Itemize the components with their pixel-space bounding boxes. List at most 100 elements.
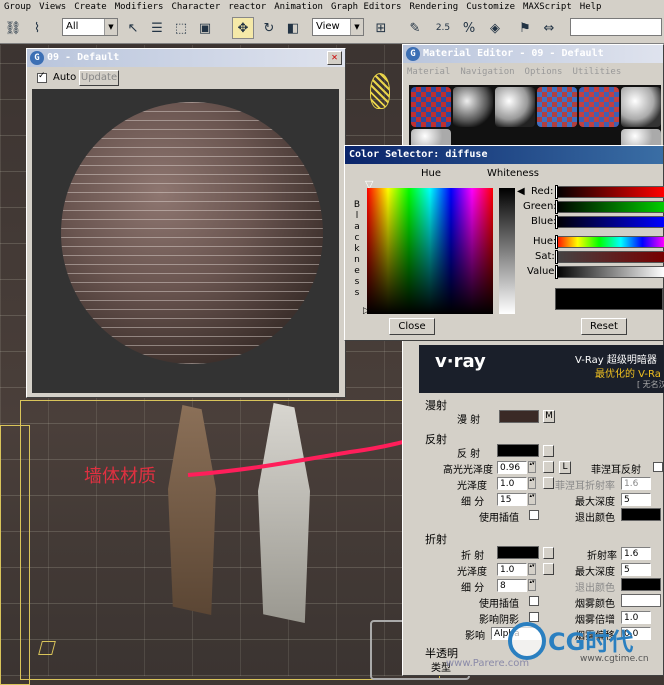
value-slider-thumb[interactable] xyxy=(555,265,558,279)
refl-max-depth-label: 最大深度 xyxy=(575,497,615,508)
close-button[interactable]: Close xyxy=(389,318,435,335)
value-slider[interactable] xyxy=(555,266,664,278)
refract-exit-color-label: 退出颜色 xyxy=(575,583,615,594)
hue-label: Hue xyxy=(421,168,442,179)
refract-label: 折 射 xyxy=(461,551,485,562)
whiteness-pointer-icon[interactable]: ◀ xyxy=(517,186,525,197)
reset-button[interactable]: Reset xyxy=(581,318,627,335)
refl-gloss-input[interactable]: 1.0 xyxy=(497,477,527,490)
diffuse-section-title: 漫射 xyxy=(425,399,447,412)
fresnel-label: 菲涅耳反射 xyxy=(591,465,641,476)
auto-label: Auto xyxy=(53,72,77,83)
refract-map-button[interactable] xyxy=(543,547,554,559)
refract-gloss-map-button[interactable] xyxy=(543,563,554,575)
refl-subdivs-label: 细 分 xyxy=(461,497,485,508)
sample-slot-2[interactable] xyxy=(453,87,493,127)
red-slider[interactable] xyxy=(555,186,664,198)
ior-label: 折射率 xyxy=(587,551,617,562)
menu-utilities[interactable]: Utilities xyxy=(572,67,621,77)
refl-subdivs-spinner[interactable]: ▴▾ xyxy=(528,493,536,505)
hue-blackness-picker[interactable] xyxy=(367,188,493,314)
hilight-gloss-input[interactable]: 0.96 xyxy=(497,461,527,474)
watermark-url: www.cgtime.cn xyxy=(580,654,649,664)
hue-channel-label: Hue: xyxy=(533,236,557,247)
sample-slot-1[interactable] xyxy=(411,87,451,127)
update-button[interactable]: Update xyxy=(79,70,119,86)
watermark-site: www.Parere.com xyxy=(446,658,530,669)
sample-slot-6[interactable] xyxy=(621,87,661,127)
menu-options[interactable]: Options xyxy=(525,67,563,77)
hue-slider-thumb[interactable] xyxy=(555,235,558,249)
diffuse-color-swatch[interactable] xyxy=(499,410,539,423)
render-window-titlebar: G 09 - Default ✕ xyxy=(27,49,345,67)
color-selector-titlebar: Color Selector: diffuse xyxy=(345,146,663,164)
refl-exit-color-label: 退出颜色 xyxy=(575,513,615,524)
menu-navigation[interactable]: Navigation xyxy=(460,67,514,77)
sample-slot-5[interactable] xyxy=(579,87,619,127)
refl-max-depth-input[interactable]: 5 xyxy=(621,493,651,506)
green-slider[interactable] xyxy=(555,201,664,213)
red-label: Red: xyxy=(531,186,554,197)
refl-gloss-spinner[interactable]: ▴▾ xyxy=(528,477,536,489)
refl-subdivs-input[interactable]: 15 xyxy=(497,493,527,506)
refl-use-interp-checkbox[interactable] xyxy=(529,510,539,520)
material-sphere-preview xyxy=(61,102,323,364)
vray-banner-line3: [ 无名汉化 xyxy=(637,380,664,389)
red-slider-thumb[interactable] xyxy=(555,185,558,199)
refract-use-interp-checkbox[interactable] xyxy=(529,596,539,606)
refract-gloss-label: 光泽度 xyxy=(457,567,487,578)
app-logo-icon: G xyxy=(406,47,420,61)
fog-color-swatch[interactable] xyxy=(621,594,661,607)
check-icon: ✓ xyxy=(38,71,46,81)
material-sample-slots xyxy=(409,85,661,149)
refract-subdivs-label: 细 分 xyxy=(461,583,485,594)
blue-slider-thumb[interactable] xyxy=(555,215,558,229)
refract-color-swatch[interactable] xyxy=(497,546,539,559)
reflect-map-button[interactable] xyxy=(543,445,554,457)
refl-gloss-map-button[interactable] xyxy=(543,477,554,489)
fog-color-label: 烟雾颜色 xyxy=(575,599,615,610)
render-frame-window[interactable]: G 09 - Default ✕ ✓ Auto Update xyxy=(26,48,346,398)
sample-slot-3[interactable] xyxy=(495,87,535,127)
ior-input[interactable]: 1.6 xyxy=(621,547,651,560)
affect-label: 影响 xyxy=(465,631,485,642)
sat-slider[interactable] xyxy=(555,251,664,263)
reflect-color-swatch[interactable] xyxy=(497,444,539,457)
refract-subdivs-input[interactable]: 8 xyxy=(497,579,527,592)
material-editor-window[interactable]: G Material Editor - 09 - Default Materia… xyxy=(402,44,664,676)
fresnel-checkbox[interactable] xyxy=(653,462,663,472)
watermark-brand: CG时代 xyxy=(548,628,634,656)
vray-banner: v·ray V-Ray 超级明暗器 最优化的 V-Ra [ 无名汉化 xyxy=(419,345,664,393)
refract-exit-color-swatch[interactable] xyxy=(621,578,661,591)
menu-material[interactable]: Material xyxy=(407,67,450,77)
vray-logo: v·ray xyxy=(435,351,486,372)
refract-max-depth-input[interactable]: 5 xyxy=(621,563,651,576)
refl-exit-color-swatch[interactable] xyxy=(621,508,661,521)
green-slider-thumb[interactable] xyxy=(555,200,558,214)
blackness-pointer-icon[interactable]: ▷ xyxy=(363,306,370,316)
refract-max-depth-label: 最大深度 xyxy=(575,567,615,578)
hilight-lock-button[interactable]: L xyxy=(559,461,571,474)
sphere-stripes xyxy=(61,102,323,364)
hue-slider[interactable] xyxy=(555,236,664,248)
refract-gloss-input[interactable]: 1.0 xyxy=(497,563,527,576)
affect-shadows-label: 影响阴影 xyxy=(479,615,519,626)
refl-use-interp-label: 使用插值 xyxy=(479,513,519,524)
sat-slider-thumb[interactable] xyxy=(555,250,558,264)
blue-slider[interactable] xyxy=(555,216,664,228)
refl-gloss-label: 光泽度 xyxy=(457,481,487,492)
sample-slot-4[interactable] xyxy=(537,87,577,127)
affect-shadows-checkbox[interactable] xyxy=(529,612,539,622)
material-editor-titlebar: G Material Editor - 09 - Default xyxy=(403,45,663,63)
refract-gloss-spinner[interactable]: ▴▾ xyxy=(528,563,536,575)
auto-checkbox[interactable]: ✓ xyxy=(37,71,47,83)
diffuse-map-button[interactable]: M xyxy=(543,410,555,423)
fresnel-ior-input[interactable]: 1.6 xyxy=(621,477,651,490)
refract-subdivs-spinner[interactable]: ▴▾ xyxy=(528,579,536,591)
reflect-label: 反 射 xyxy=(457,449,481,460)
hilight-gloss-spinner[interactable]: ▴▾ xyxy=(528,461,536,473)
color-selector-dialog[interactable]: Color Selector: diffuse Hue Whiteness ▽ … xyxy=(344,145,664,341)
close-icon[interactable]: ✕ xyxy=(327,51,342,65)
hilight-gloss-map-button[interactable] xyxy=(543,461,554,473)
whiteness-slider[interactable] xyxy=(499,188,515,314)
